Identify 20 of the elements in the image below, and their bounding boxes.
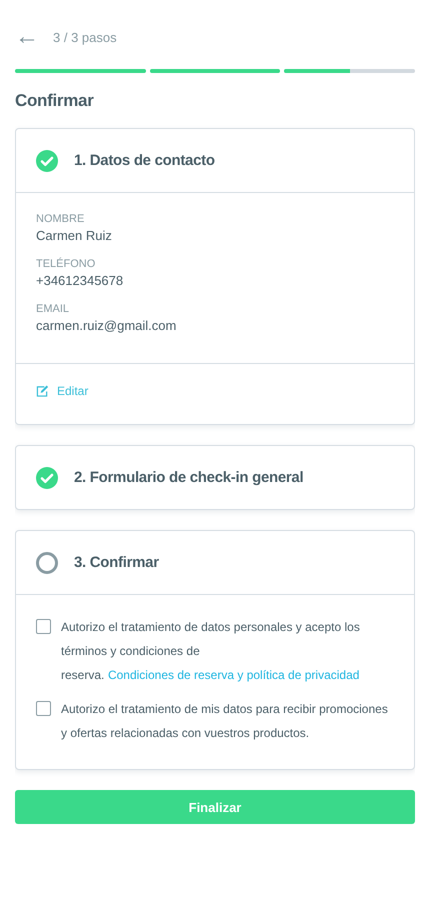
page-title: Confirmar [15, 91, 95, 111]
field-value: +34612345678 [36, 273, 124, 288]
finish-button[interactable]: Finalizar [15, 790, 415, 824]
terms-link[interactable]: Condiciones de reserva y política de privacidad [108, 668, 360, 682]
step-title: 2. Formulario de check-in general [74, 469, 304, 486]
field-label: NOMBRE [36, 213, 86, 225]
edit-icon [36, 385, 49, 397]
consent-text: Autorizo el tratamiento de datos personales y acepto los términos y condiciones de reserva. Condiciones de reserva y política de privacidad [61, 619, 361, 684]
field-label: TELÉFONO [36, 258, 96, 270]
edit-link[interactable]: Editar [36, 384, 88, 398]
back-arrow[interactable]: ← [15, 25, 39, 49]
step-counter: 3 / 3 pasos [53, 30, 117, 44]
consent-text: Autorizo el tratamiento de mis datos para recibir promociones y ofertas relacionadas con vuestros productos. [61, 701, 389, 742]
field-label: EMAIL [36, 303, 70, 315]
field-value: Carmen Ruiz [36, 228, 113, 243]
step-title: 3. Confirmar [74, 554, 159, 571]
checkbox[interactable] [36, 619, 51, 634]
checkbox[interactable] [36, 701, 51, 716]
step-title: 1. Datos de contacto [74, 152, 215, 169]
field-value: carmen.ruiz@gmail.com [36, 318, 178, 333]
